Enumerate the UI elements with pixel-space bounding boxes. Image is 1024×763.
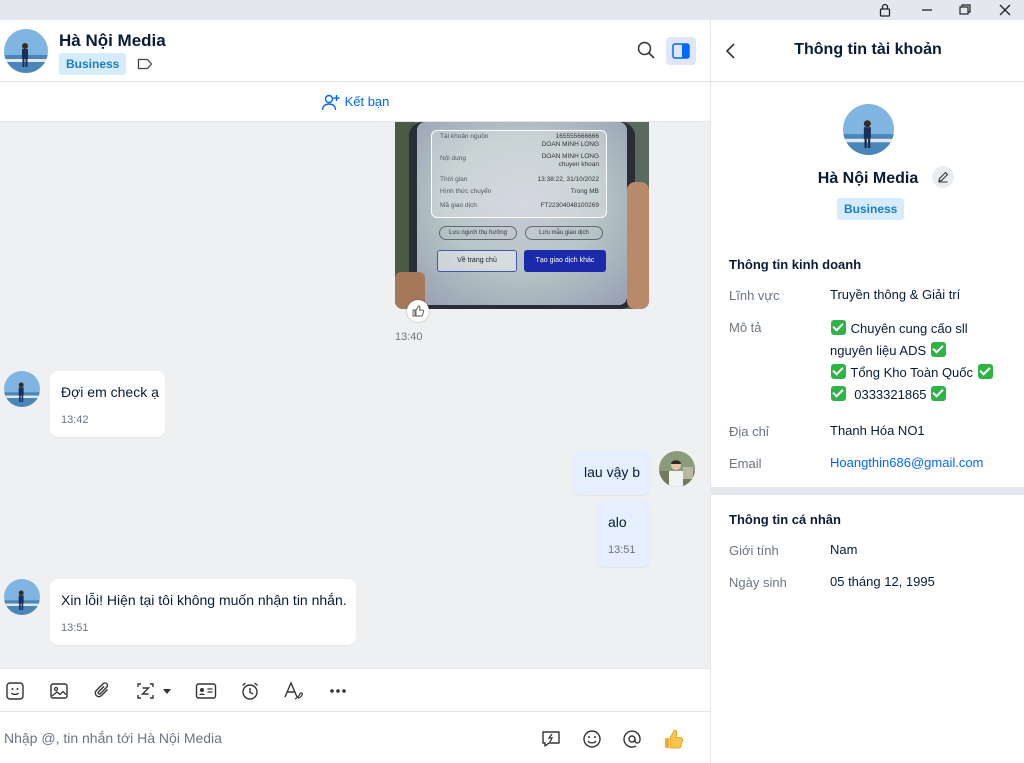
business-badge: Business xyxy=(837,198,905,220)
business-info-heading: Thông tin kinh doanh xyxy=(729,257,862,272)
profile-avatar[interactable] xyxy=(843,104,894,155)
edit-name-icon[interactable] xyxy=(932,166,954,188)
sender-avatar[interactable] xyxy=(4,371,40,407)
description-label: Mô tả xyxy=(729,320,762,335)
close-icon[interactable] xyxy=(986,0,1024,20)
image-time: 13:40 xyxy=(395,331,423,343)
receipt-label: Hình thức chuyển xyxy=(440,188,492,195)
chat-window: Hà Nội Media Business Kết bạn Tài khoản … xyxy=(0,20,710,763)
check-mark-icon xyxy=(831,364,846,379)
attachment-icon[interactable] xyxy=(91,679,115,703)
contact-name[interactable]: Hà Nội Media xyxy=(59,31,166,51)
panel-title: Thông tin tài khoản xyxy=(794,41,942,58)
emoji-icon[interactable] xyxy=(580,727,604,751)
add-friend-button[interactable]: Kết bạn xyxy=(0,82,710,122)
panel-header: Thông tin tài khoản xyxy=(711,20,1024,82)
mention-icon[interactable] xyxy=(620,727,644,751)
message-input[interactable] xyxy=(4,730,524,746)
description-line: nguyên liệu ADS xyxy=(830,343,927,358)
composer-toolbar xyxy=(0,668,710,712)
receipt-new-transaction-button: Tạo giao dịch khác xyxy=(524,250,606,272)
window-titlebar xyxy=(0,0,1024,20)
receipt-value: 165555666666 DOAN MINH LONG xyxy=(541,133,599,148)
image-icon[interactable] xyxy=(47,679,71,703)
toggle-info-panel-icon[interactable] xyxy=(666,37,696,65)
email-label: Email xyxy=(729,456,762,471)
message-text: Xin lỗi! Hiện tại tôi không muốn nhận ti… xyxy=(61,592,347,608)
message-bubble-sent[interactable]: lau vậy b xyxy=(573,450,650,495)
account-info-panel: Thông tin tài khoản Hà Nội Media Busines… xyxy=(710,20,1024,763)
label-tag-icon[interactable] xyxy=(137,57,153,71)
profile-name: Hà Nội Media xyxy=(817,170,919,187)
restore-icon[interactable] xyxy=(946,0,984,20)
check-mark-icon xyxy=(831,386,846,401)
description-value: Chuyên cung cấo sll nguyên liệu ADS Tổng… xyxy=(830,318,1015,406)
address-value: Thanh Hóa NO1 xyxy=(830,423,925,438)
address-label: Địa chỉ xyxy=(729,424,769,439)
add-friend-icon xyxy=(321,94,340,110)
text-format-icon[interactable] xyxy=(282,679,306,703)
my-avatar[interactable] xyxy=(659,451,695,487)
more-options-icon[interactable] xyxy=(326,679,350,703)
receipt-value: Trong MB xyxy=(570,188,599,195)
message-input-row xyxy=(0,712,710,763)
description-line: Tổng Kho Toàn Quốc xyxy=(850,365,974,380)
receipt-label: Tài khoản nguồn xyxy=(440,133,489,140)
description-line: 0333321865 xyxy=(854,387,927,402)
message-list[interactable]: Tài khoản nguồn 165555666666 DOAN MINH L… xyxy=(0,122,710,668)
check-mark-icon xyxy=(977,364,993,379)
receipt-home-button: Về trang chủ xyxy=(437,250,517,272)
screenshot-dropdown-icon[interactable] xyxy=(135,679,175,703)
receipt-value: FT22304048100269 xyxy=(540,202,599,209)
save-payee-chip: Lưu người thụ hưởng xyxy=(439,226,517,240)
message-time: 13:51 xyxy=(608,544,636,556)
message-bubble-received[interactable]: Đợi em check ạ 13:42 xyxy=(50,371,165,437)
message-text: Đợi em check ạ xyxy=(61,384,159,400)
receipt-label: Thời gian xyxy=(440,176,468,183)
minimize-icon[interactable] xyxy=(908,0,946,20)
receipt-value: DOAN MINH LONG chuyen khoan xyxy=(541,153,599,168)
message-time: 13:51 xyxy=(61,622,89,634)
field-label: Lĩnh vực xyxy=(729,288,780,303)
receipt-label: Mã giao dịch xyxy=(440,202,477,209)
chat-header: Hà Nội Media Business xyxy=(0,20,710,82)
save-template-chip: Lưu mẫu giao dịch xyxy=(525,226,603,240)
description-line: Chuyên cung cấo sll xyxy=(850,321,968,336)
gender-label: Giới tính xyxy=(729,543,779,558)
sender-avatar[interactable] xyxy=(4,579,40,615)
check-mark-icon xyxy=(931,386,947,401)
search-icon[interactable] xyxy=(636,40,656,60)
email-link[interactable]: Hoangthin686@gmail.com xyxy=(830,452,1010,474)
check-mark-icon xyxy=(831,320,846,335)
contact-card-icon[interactable] xyxy=(194,679,218,703)
section-divider xyxy=(711,487,1024,495)
image-message[interactable]: Tài khoản nguồn 165555666666 DOAN MINH L… xyxy=(395,122,649,309)
quick-message-icon[interactable] xyxy=(539,727,563,751)
reaction-like-icon[interactable] xyxy=(407,300,429,322)
gender-value: Nam xyxy=(830,542,858,557)
birthday-label: Ngày sinh xyxy=(729,575,787,590)
message-bubble-received[interactable]: Xin lỗi! Hiện tại tôi không muốn nhận ti… xyxy=(50,579,356,645)
lock-icon[interactable] xyxy=(866,0,904,20)
receipt-value: 13:38:22, 31/10/2022 xyxy=(537,176,599,183)
message-text: alo xyxy=(608,514,627,530)
business-badge: Business xyxy=(59,53,127,75)
check-mark-icon xyxy=(930,342,946,357)
add-friend-label: Kết bạn xyxy=(344,94,390,109)
message-bubble-sent[interactable]: alo 13:51 xyxy=(597,500,650,567)
message-text: lau vậy b xyxy=(584,464,641,480)
birthday-value: 05 tháng 12, 1995 xyxy=(830,574,935,589)
send-like-icon[interactable] xyxy=(662,727,686,751)
field-value: Truyền thông & Giải trí xyxy=(830,287,961,302)
reminder-clock-icon[interactable] xyxy=(238,679,262,703)
contact-avatar[interactable] xyxy=(4,29,48,73)
message-time: 13:42 xyxy=(61,414,89,426)
receipt-label: Nội dung xyxy=(440,155,467,162)
personal-info-heading: Thông tin cá nhân xyxy=(729,512,841,527)
sticker-icon[interactable] xyxy=(3,679,27,703)
